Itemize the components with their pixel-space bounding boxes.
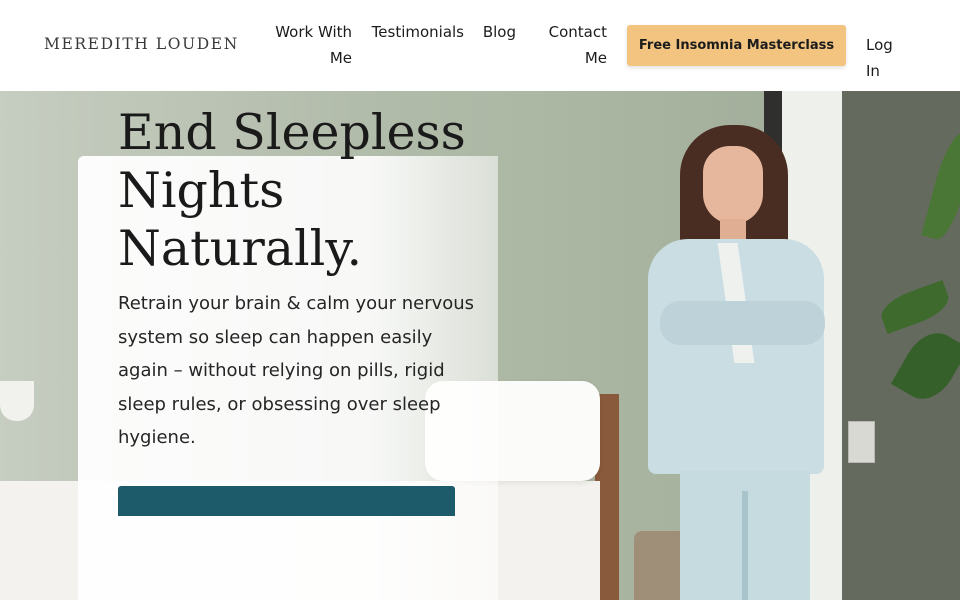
nav-link-work-with-me[interactable]: Work With Me [262, 19, 352, 71]
person-pants-seam [742, 491, 748, 600]
light-switch [848, 421, 875, 463]
nav-link-blog[interactable]: Blog [478, 19, 516, 45]
person-crossed-arms [660, 301, 825, 345]
hero-subtext: Retrain your brain & calm your nervous s… [118, 293, 475, 448]
nav-link-testimonials[interactable]: Testimonials [368, 19, 464, 45]
site-logo[interactable]: MEREDITH LOUDEN [44, 35, 239, 53]
nav-link-contact-me[interactable]: Contact Me [540, 19, 607, 71]
lamp [0, 381, 34, 421]
hero-headline: End Sleepless Nights Naturally. [118, 104, 466, 277]
login-link[interactable]: Log In [866, 32, 910, 84]
hero-cta-button[interactable] [118, 486, 455, 516]
free-masterclass-button[interactable]: Free Insomnia Masterclass [627, 25, 846, 66]
person-face [703, 146, 763, 224]
site-header: MEREDITH LOUDEN Work With Me Testimonial… [0, 0, 960, 91]
